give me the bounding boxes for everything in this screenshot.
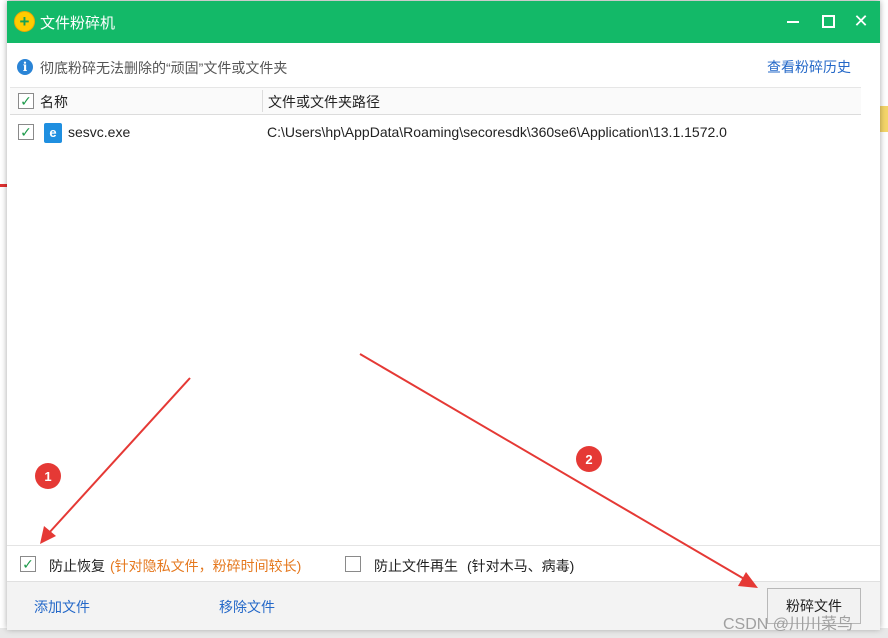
column-header-path[interactable]: 文件或文件夹路径	[268, 92, 380, 112]
vertical-scrollbar[interactable]	[861, 87, 880, 545]
checkmark-icon: ✓	[20, 124, 32, 140]
checkmark-icon: ✓	[22, 556, 34, 572]
prevent-recovery-checkbox[interactable]: ✓	[20, 556, 36, 572]
watermark: CSDN @川川菜鸟	[723, 616, 854, 633]
prevent-recovery-label[interactable]: 防止恢复	[49, 556, 105, 576]
file-path: C:\Users\hp\AppData\Roaming\secoresdk\36…	[267, 124, 727, 140]
close-button[interactable]: ✕	[849, 9, 873, 33]
remove-file-link[interactable]: 移除文件	[219, 597, 275, 617]
prevent-regen-checkbox[interactable]	[345, 556, 361, 572]
info-text: 彻底粉碎无法删除的“顽固”文件或文件夹	[40, 60, 288, 76]
window-title: 文件粉碎机	[40, 15, 116, 32]
file-table: ✓ 名称 文件或文件夹路径 ✓ e sesvc.exe C:\Users\hp\…	[10, 87, 867, 545]
column-header-name[interactable]: 名称	[40, 92, 68, 112]
prevent-regen-label[interactable]: 防止文件再生	[374, 556, 458, 576]
view-history-link[interactable]: 查看粉碎历史	[767, 57, 851, 77]
file-exe-icon: e	[44, 123, 62, 143]
background-app-right	[880, 0, 888, 638]
add-file-link[interactable]: 添加文件	[34, 597, 90, 617]
maximize-button[interactable]	[815, 9, 839, 33]
maximize-icon	[822, 15, 835, 28]
file-name: sesvc.exe	[68, 124, 131, 140]
prevent-recovery-note: (针对隐私文件，粉碎时间较长)	[110, 558, 302, 574]
close-icon: ✕	[853, 11, 869, 31]
info-bar: i 彻底粉碎无法删除的“顽固”文件或文件夹 查看粉碎历史	[7, 43, 880, 87]
table-row[interactable]: ✓ e sesvc.exe C:\Users\hp\AppData\Roamin…	[10, 117, 861, 147]
background-yellow-strip	[880, 106, 888, 132]
minimize-icon	[787, 21, 799, 23]
table-header: ✓ 名称 文件或文件夹路径	[10, 87, 867, 115]
select-all-checkbox[interactable]: ✓	[18, 93, 34, 109]
options-bar: ✓ 防止恢复 (针对隐私文件，粉碎时间较长) 防止文件再生 (针对木马、病毒)	[7, 545, 880, 582]
checkmark-icon: ✓	[20, 93, 32, 109]
minimize-button[interactable]	[781, 9, 805, 33]
column-separator[interactable]	[262, 90, 263, 112]
title-bar[interactable]: + 文件粉碎机 ✕	[7, 1, 880, 43]
prevent-regen-note: (针对木马、病毒)	[467, 558, 575, 574]
file-shredder-window: + 文件粉碎机 ✕ i 彻底粉碎无法删除的“顽固”文件或文件夹 查看粉碎历史 ✓…	[7, 1, 880, 630]
app-plus-icon: +	[14, 11, 35, 32]
row-checkbox[interactable]: ✓	[18, 124, 34, 140]
info-icon: i	[17, 59, 33, 75]
